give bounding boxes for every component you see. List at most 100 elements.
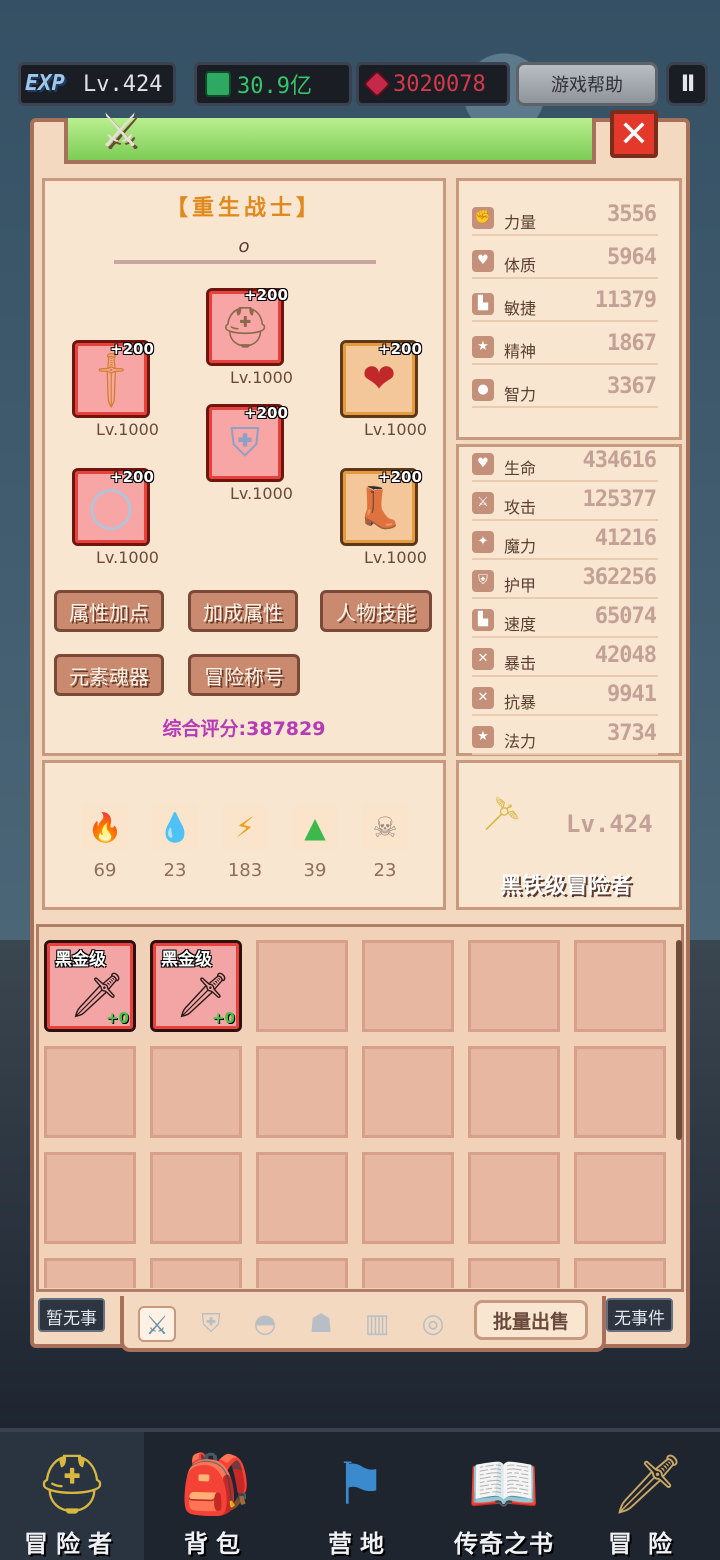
inventory-slot[interactable] — [256, 940, 348, 1032]
inventory-slot[interactable] — [150, 1258, 242, 1288]
stat-value: 3734 — [607, 721, 657, 746]
inventory-slot[interactable] — [362, 1152, 454, 1244]
helmet-icon: ⛑ — [219, 304, 271, 351]
nav-legend-book[interactable]: 📖 传奇之书 — [432, 1432, 576, 1560]
wand-icon: ✦ — [472, 531, 494, 553]
stat-label: 抗暴 — [504, 693, 537, 712]
stat-value: 362256 — [582, 565, 657, 590]
item-plus: +0 — [211, 1009, 235, 1027]
equip-level: Lv.1000 — [230, 484, 293, 503]
character-divider — [114, 260, 376, 264]
inventory-scrollbar[interactable] — [676, 940, 682, 1140]
inventory-slot[interactable] — [150, 1046, 242, 1138]
stat-value: 42048 — [594, 643, 657, 668]
tab-armor-icon[interactable]: ☗ — [302, 1306, 340, 1342]
nav-adventurer[interactable]: ⛑ 冒险者 — [0, 1432, 144, 1560]
water-icon[interactable]: 💧 — [152, 804, 198, 850]
character-class-title: 【重生战士】 — [165, 196, 322, 221]
close-button[interactable]: ✕ — [610, 110, 658, 158]
stat-value: 41216 — [594, 526, 657, 551]
earth-icon[interactable]: ▲ — [292, 804, 338, 850]
stat-label: 法力 — [504, 732, 537, 751]
nav-adventure[interactable]: 🗡 冒险 — [576, 1432, 720, 1560]
tab-shield-icon[interactable]: ⛨ — [192, 1306, 230, 1342]
pause-button[interactable]: II — [666, 62, 708, 106]
equip-plus: +200 — [110, 340, 154, 358]
inventory-slot[interactable] — [44, 1046, 136, 1138]
tab-ring-icon[interactable]: ◎ — [414, 1306, 452, 1342]
green-currency: 30.9亿 — [194, 62, 352, 106]
inventory-slot[interactable] — [574, 1046, 666, 1138]
ring-icon: ◯ — [88, 484, 134, 530]
stat-strength: ✊ 力量 3556 — [472, 202, 658, 236]
stat-agility: ▙ 敏捷 11379 — [472, 288, 658, 322]
inventory-slot[interactable] — [256, 1152, 348, 1244]
stat-speed: ▙ 速度 65074 — [472, 604, 658, 638]
inventory-slot[interactable] — [150, 1152, 242, 1244]
inventory-slot[interactable]: 🗡 黑金级 +0 — [44, 940, 136, 1032]
tab-weapon-icon[interactable]: ⚔ — [138, 1306, 176, 1342]
inventory-slot[interactable] — [256, 1046, 348, 1138]
inventory-slot[interactable] — [468, 1258, 560, 1288]
stat-armor: ⛨ 护甲 362256 — [472, 565, 658, 599]
crit-resist-icon: ✕ — [472, 687, 494, 709]
inventory-slot[interactable] — [468, 940, 560, 1032]
stat-value: 3367 — [607, 374, 657, 399]
inventory-slot[interactable] — [468, 1046, 560, 1138]
crossed-swords-icon: ⚔ — [99, 103, 141, 157]
item-tier: 黑金级 — [161, 950, 212, 970]
star-icon: ★ — [472, 336, 494, 358]
green-gem-icon — [205, 71, 231, 97]
water-value: 23 — [163, 860, 187, 881]
inventory-slot[interactable] — [574, 1152, 666, 1244]
inventory-slot[interactable] — [44, 1258, 136, 1288]
inventory-slot[interactable] — [468, 1152, 560, 1244]
lightning-icon[interactable]: ⚡ — [222, 804, 268, 850]
stat-label: 力量 — [504, 213, 537, 232]
fire-icon[interactable]: 🔥 — [82, 804, 128, 850]
tab-pants-icon[interactable]: ▥ — [358, 1306, 396, 1342]
inventory-slot[interactable] — [362, 940, 454, 1032]
attribute-points-button[interactable]: 属性加点 — [54, 590, 164, 632]
adventure-title-button[interactable]: 冒险称号 — [188, 654, 300, 696]
skull-value: 23 — [373, 860, 397, 881]
bonus-attributes-button[interactable]: 加成属性 — [188, 590, 298, 632]
lightning-value: 183 — [227, 860, 263, 881]
element-soul-button[interactable]: 元素魂器 — [54, 654, 164, 696]
stat-label: 智力 — [504, 385, 537, 404]
inventory-slot[interactable]: 🗡 黑金级 +0 — [150, 940, 242, 1032]
stat-label: 生命 — [504, 459, 537, 478]
inventory-slot[interactable] — [574, 1258, 666, 1288]
stat-crit-resist: ✕ 抗暴 9941 — [472, 682, 658, 716]
character-skills-button[interactable]: 人物技能 — [320, 590, 432, 632]
nav-backpack[interactable]: 🎒 背包 — [144, 1432, 288, 1560]
skull-icon[interactable]: ☠ — [362, 804, 408, 850]
amulet-icon: ❤ — [362, 356, 396, 402]
top-status-bar: EXP Lv.424 30.9亿 3020078 游戏帮助 II — [18, 62, 710, 106]
equip-plus: +200 — [244, 404, 288, 422]
bottom-navigation: ⛑ 冒险者 🎒 背包 ⚑ 营地 📖 传奇之书 🗡 冒险 — [0, 1428, 720, 1560]
helmet-crest-icon: ⛑ — [35, 1450, 109, 1518]
tab-helmet-icon[interactable]: ◓ — [246, 1306, 284, 1342]
bulk-sell-button[interactable]: 批量出售 — [474, 1300, 588, 1340]
equip-level: Lv.1000 — [230, 368, 293, 387]
stat-value: 65074 — [594, 604, 657, 629]
stat-label: 体质 — [504, 256, 537, 275]
stat-value: 5964 — [607, 245, 657, 270]
stat-label: 速度 — [504, 615, 537, 634]
stat-label: 暴击 — [504, 654, 537, 673]
nav-camp[interactable]: ⚑ 营地 — [288, 1432, 432, 1560]
player-level: Lv.424 — [83, 71, 163, 97]
inventory-slot[interactable] — [44, 1152, 136, 1244]
nav-label: 背包 — [184, 1530, 248, 1558]
inventory-slot[interactable] — [574, 940, 666, 1032]
stat-label: 护甲 — [504, 576, 537, 595]
inventory-slot[interactable] — [256, 1258, 348, 1288]
rank-title: 黑铁级冒险者 — [499, 874, 632, 899]
stat-constitution: ♥ 体质 5964 — [472, 245, 658, 279]
boot-icon: ▙ — [472, 293, 494, 315]
inventory-slot[interactable] — [362, 1258, 454, 1288]
inventory-slot[interactable] — [362, 1046, 454, 1138]
game-help-button[interactable]: 游戏帮助 — [516, 62, 658, 106]
rank-level: Lv.424 — [566, 810, 653, 838]
